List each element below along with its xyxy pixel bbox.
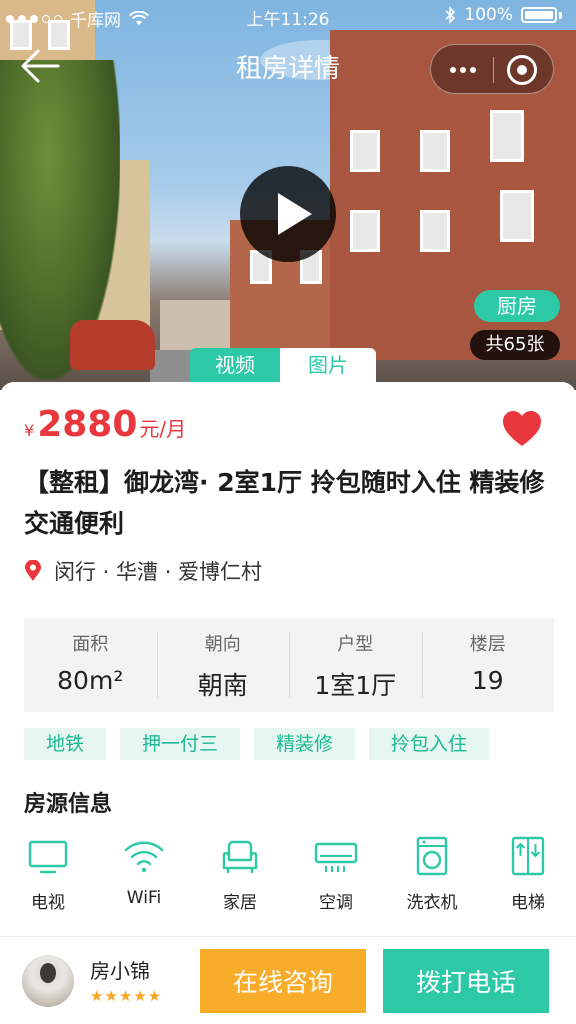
agent-name: 房小锦 [90,959,150,983]
amenity-label: 洗衣机 [406,893,458,913]
tv-icon [28,840,68,874]
stat-floor: 楼层 19 [421,618,555,712]
price: ¥ 2880 元/月 [24,404,186,445]
stat-label: 面积 [72,634,109,655]
elevator-icon [511,836,545,876]
bluetooth-icon [445,6,456,24]
play-video-button[interactable] [240,166,336,262]
amenity-elevator: 电梯 [480,834,576,913]
tag-subway: 地铁 [24,728,107,760]
stat-orientation: 朝向 朝南 [156,618,290,712]
call-button[interactable]: 拨打电话 [383,949,549,1013]
amenity-label: WiFi [126,888,162,908]
stat-label: 户型 [337,634,374,655]
listing-detail-card: ¥ 2880 元/月 【整租】御龙湾· 2室1厅 拎包随时入住 精装修 交通便利… [0,382,576,942]
stat-value: 80m² [57,666,124,695]
stat-area: 面积 80m² [24,618,157,712]
stat-layout: 户型 1室1厅 [289,618,422,712]
washing-machine-icon [416,836,448,876]
stat-label: 楼层 [469,634,506,655]
photo-building-far [160,300,240,355]
avatar[interactable] [22,955,74,1007]
listing-title: 【整租】御龙湾· 2室1厅 拎包随时入住 精装修 交通便利 [24,468,545,538]
agent-rating-stars: ★★★★★ [90,987,163,1005]
tag-deposit: 押一付三 [120,728,241,760]
tag-decoration: 精装修 [254,728,356,760]
amenities-list: 电视 WiFi 家居 空调 洗衣机 电梯 [0,834,576,913]
battery-icon [521,7,557,23]
amenity-tv: 电视 [0,834,96,913]
location-pin-icon [25,560,41,581]
amenity-label: 空调 [319,893,353,913]
price-value: 2880 [37,404,138,445]
amenity-furniture: 家居 [192,834,288,913]
battery-percent: 100% [464,5,513,25]
more-icon[interactable] [445,57,481,83]
location-text: 闵行 · 华漕 · 爱博仁村 [54,560,263,584]
amenity-label: 电梯 [511,893,545,913]
stat-value: 19 [471,666,504,695]
tag-move-in: 拎包入住 [369,728,490,760]
stat-label: 朝向 [204,634,241,655]
photo-car [70,320,155,370]
photo-room-tag: 厨房 [474,290,560,322]
online-consult-button[interactable]: 在线咨询 [200,949,366,1013]
stat-value: 朝南 [197,671,248,700]
nav-bar: 租房详情 [0,38,576,94]
amenity-label: 电视 [31,893,65,913]
price-currency: ¥ [24,421,35,440]
property-stats: 面积 80m² 朝向 朝南 户型 1室1厅 楼层 19 [24,618,554,712]
favorite-heart-icon[interactable] [502,410,542,448]
amenity-wifi: WiFi [96,834,192,913]
location: 闵行 · 华漕 · 爱博仁村 [24,556,262,586]
amenity-label: 家居 [223,893,257,913]
feature-tags: 地铁 押一付三 精装修 拎包入住 [24,728,490,760]
price-unit: 元/月 [139,417,187,441]
status-bar: 千库网 上午11:26 100% [0,0,576,32]
sofa-icon [222,840,258,873]
tab-photos[interactable]: 图片 [280,348,376,382]
amenity-air-conditioner: 空调 [288,834,384,913]
stat-value: 1室1厅 [314,671,397,700]
media-tabs: 视频 图片 [190,348,376,382]
status-right: 100% [444,5,562,25]
close-target-icon[interactable] [507,55,537,85]
amenity-washing-machine: 洗衣机 [384,834,480,913]
tab-video[interactable]: 视频 [190,348,280,382]
photo-count-badge[interactable]: 共65张 [470,330,560,360]
air-conditioner-icon [314,842,358,872]
amenities-section-title: 房源信息 [24,792,113,817]
bottom-action-bar: 房小锦 ★★★★★ 在线咨询 拨打电话 [0,936,576,1024]
wifi-icon [124,841,164,873]
miniprogram-capsule [430,44,554,94]
